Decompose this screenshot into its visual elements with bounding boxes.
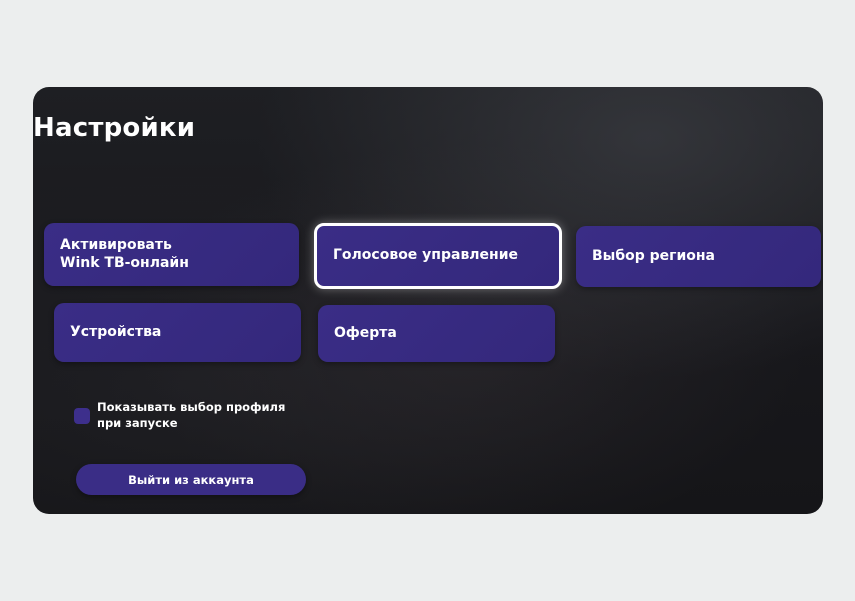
logout-button-label: Выйти из аккаунта	[128, 472, 254, 487]
show-profile-choice-label: Показывать выбор профиля при запуске	[97, 400, 286, 430]
tv-settings-screen: Настройки Активировать Wink ТВ-онлайн Го…	[33, 87, 823, 514]
voice-control-label: Голосовое управление	[333, 247, 519, 264]
show-profile-choice-checkbox[interactable]	[74, 408, 90, 424]
offer-tile[interactable]: Оферта	[318, 305, 555, 362]
devices-tile[interactable]: Устройства	[54, 303, 301, 362]
activate-wink-label-line2: Wink ТВ-онлайн	[60, 254, 189, 271]
activate-wink-tile[interactable]: Активировать Wink ТВ-онлайн	[44, 223, 299, 286]
region-select-tile[interactable]: Выбор региона	[576, 226, 821, 287]
activate-wink-label-line1: Активировать	[60, 237, 172, 253]
region-select-label: Выбор региона	[592, 247, 715, 264]
voice-control-tile[interactable]: Голосовое управление	[314, 223, 562, 289]
show-profile-choice-option[interactable]: Показывать выбор профиля при запуске	[74, 400, 297, 431]
page-title: Настройки	[33, 113, 196, 143]
offer-label: Оферта	[334, 324, 397, 341]
logout-button[interactable]: Выйти из аккаунта	[76, 464, 306, 495]
devices-label: Устройства	[70, 323, 162, 340]
